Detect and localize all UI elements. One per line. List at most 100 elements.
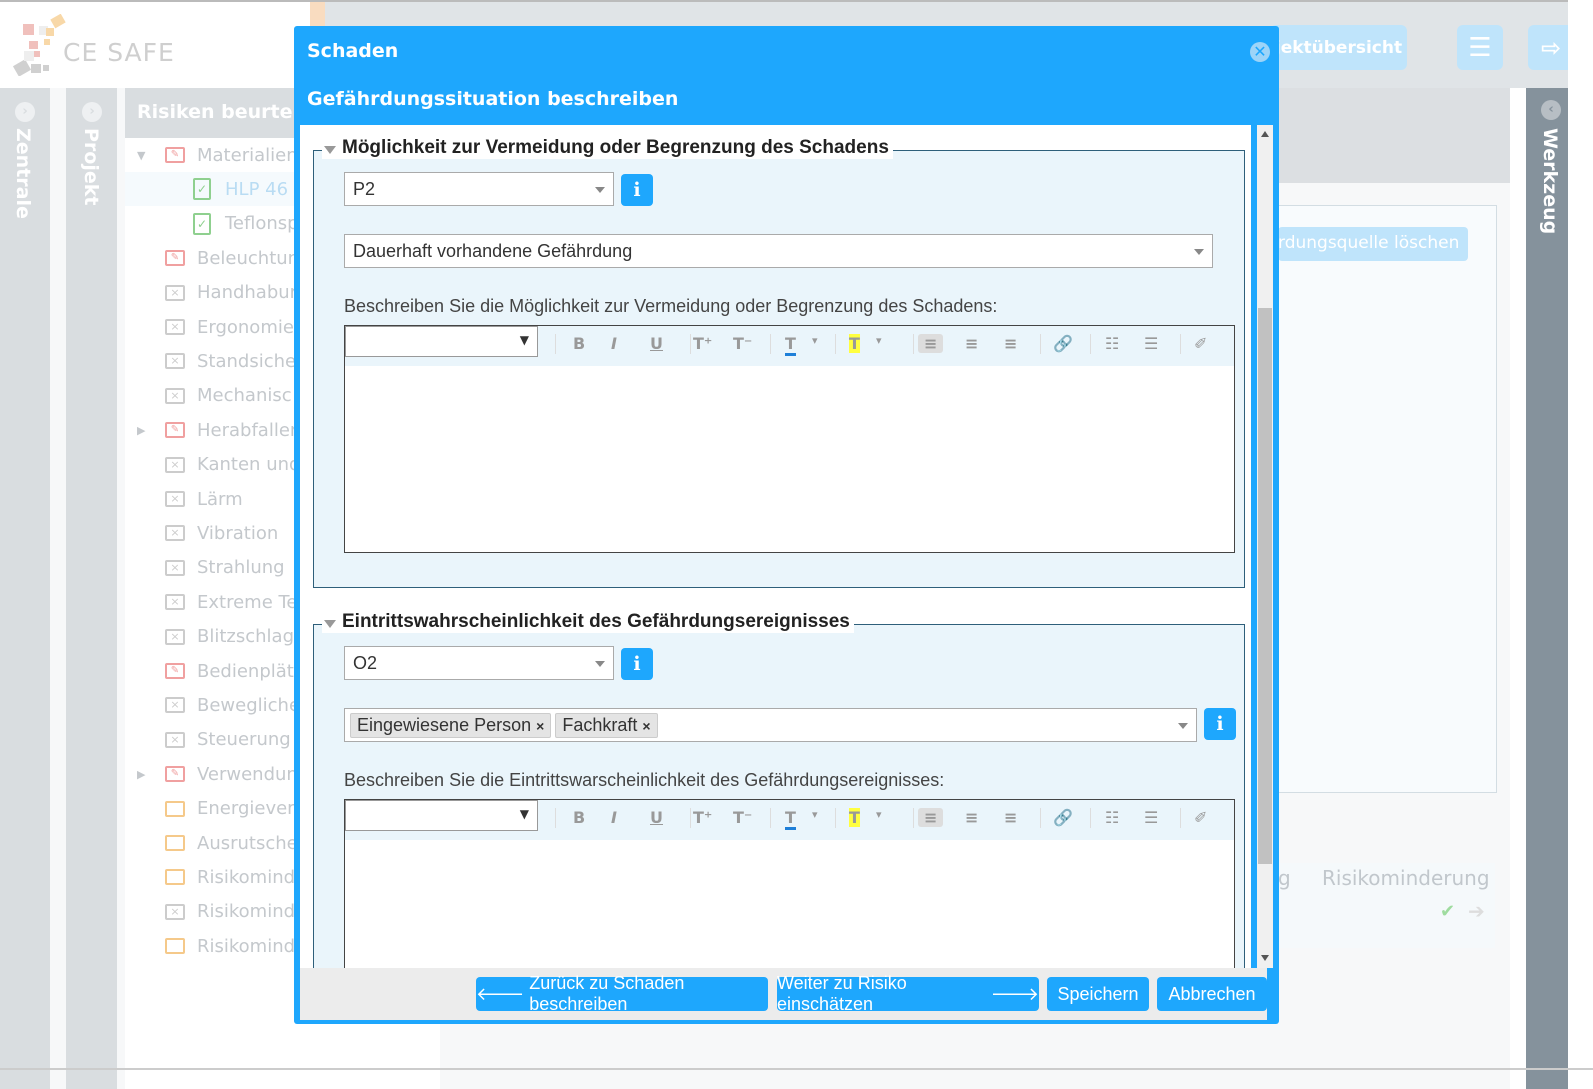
folder-edit-icon: ✎ [165,663,185,679]
gutter [50,88,66,1089]
bg-panel [1278,205,1497,793]
tree-item-label: Kanten und [197,454,301,476]
doc-check-icon: ✓ [193,178,211,201]
unordered-list-icon[interactable]: ☰ [1144,334,1158,353]
code-view-icon[interactable]: ✐ [1194,334,1207,353]
unordered-list-icon[interactable]: ☰ [1144,808,1158,827]
superscript-icon[interactable]: T⁺ [693,334,712,353]
underline-icon[interactable]: U [650,808,663,827]
ordered-list-icon[interactable]: ☷ [1105,334,1119,353]
tree-item-label: Strahlung [197,557,285,579]
dialog-subtitle: Gefährdungssituation beschreiben [307,88,679,110]
avoidance-level-select[interactable]: P2 [344,172,614,206]
dialog-footer: 🡐 Zurück zu Schaden beschreiben Weiter z… [300,968,1267,1020]
font-color-icon[interactable]: T [785,808,796,830]
section-probability-legend[interactable]: Eintrittswahrscheinlichkeit des Gefährdu… [322,611,854,633]
code-view-icon[interactable]: ✐ [1194,808,1207,827]
project-overview-button[interactable]: jektübersicht [1270,25,1407,70]
folder-x-icon: × [165,319,185,335]
toolbar-divider [1090,334,1091,354]
probability-level-select[interactable]: O2 [344,646,614,680]
folder-x-icon: × [165,628,185,645]
dropdown-icon[interactable]: ▾ [812,334,818,347]
bold-icon[interactable]: B [573,808,585,827]
info-button[interactable]: i [621,174,653,206]
caret-right-icon[interactable]: ▶ [137,424,145,437]
folder-edit-icon: ✎ [165,250,185,267]
scroll-up-icon[interactable] [1261,131,1269,137]
subscript-icon[interactable]: T⁻ [733,334,752,353]
menu-button[interactable]: ☰ [1457,25,1503,70]
dropdown-icon[interactable]: ▾ [876,808,882,821]
next-button[interactable]: Weiter zu Risiko einschätzen 🡒 [777,973,1039,1014]
remove-tag-icon[interactable]: × [642,718,650,734]
toolbar-divider [770,808,771,828]
close-icon[interactable]: ✕ [1250,42,1270,62]
tree-item-label: Lärm [197,488,243,510]
back-button[interactable]: 🡐 Zurück zu Schaden beschreiben [476,973,768,1014]
subscript-icon[interactable]: T⁻ [733,808,752,827]
link-icon[interactable]: 🔗 [1053,808,1073,827]
toolbar-divider [555,334,556,354]
dropdown-icon[interactable]: ▾ [876,334,882,347]
info-button[interactable]: i [1204,708,1236,740]
caret-down-icon[interactable]: ▼ [137,149,145,162]
save-button[interactable]: Speichern [1047,977,1149,1011]
step-bar: g Risikominderung ✔ ➔ [1278,863,1495,948]
folder-x-icon: × [165,284,185,301]
chevron-down-icon [595,187,605,193]
italic-icon[interactable]: I [611,808,617,827]
step-risikominderung[interactable]: Risikominderung [1322,866,1490,890]
scroll-thumb[interactable] [1258,308,1272,864]
italic-icon[interactable]: I [611,334,617,353]
align-center-icon[interactable]: ≡ [965,334,978,353]
align-center-icon[interactable]: ≡ [965,808,978,827]
dropdown-icon[interactable]: ▾ [812,808,818,821]
dialog-scrollbar[interactable] [1257,125,1273,968]
doc-check-icon: ✓ [193,212,211,235]
avoidance-rich-text-editor[interactable]: ▼ B I U T⁺ T⁻ T ▾ T ▾ ≡ ≡ ≡ 🔗 ☷ ☰ ✐ [344,325,1235,553]
hazard-type-select[interactable]: Dauerhaft vorhandene Gefährdung [344,234,1213,268]
ordered-list-icon[interactable]: ☷ [1105,808,1119,827]
tree-item-label: Teflonsp [225,213,299,235]
info-button[interactable]: i [621,648,653,680]
highlight-icon[interactable]: T [849,334,860,353]
cancel-button[interactable]: Abbrechen [1157,977,1267,1011]
folder-edit-icon: ✎ [165,766,185,783]
persons-multiselect[interactable]: Eingewiesene Person × Fachkraft × [344,708,1197,742]
folder-x-icon: × [165,491,185,507]
caret-right-icon[interactable]: ▶ [137,768,145,781]
sidebar-projekt[interactable]: › Projekt [66,88,117,1089]
underline-icon[interactable]: U [650,334,663,353]
arrow-right-icon: 🡒 [985,983,1039,1004]
toolbar-divider [555,808,556,828]
link-icon[interactable]: 🔗 [1053,334,1073,353]
logout-icon: ⇨ [1540,33,1562,62]
save-label: Speichern [1057,983,1139,1004]
align-left-icon[interactable]: ≡ [918,808,944,827]
probability-rich-text-editor[interactable]: ▼ B I U T⁺ T⁻ T ▾ T ▾ ≡ ≡ ≡ 🔗 ☷ ☰ ✐ [344,799,1235,968]
align-right-icon[interactable]: ≡ [1004,808,1017,827]
font-select[interactable]: ▼ [345,326,538,357]
sidebar-zentrale[interactable]: › Zentrale [0,88,50,1089]
superscript-icon[interactable]: T⁺ [693,808,712,827]
tree-item-label: Handhabur [197,282,298,304]
remove-tag-icon[interactable]: × [536,718,544,734]
align-right-icon[interactable]: ≡ [1004,334,1017,353]
folder-icon [165,938,185,955]
font-color-icon[interactable]: T [785,334,796,356]
chevron-right-icon: › [82,102,102,122]
bold-icon[interactable]: B [573,334,585,353]
font-select[interactable]: ▼ [345,800,538,831]
section-avoidance-legend[interactable]: Möglichkeit zur Vermeidung oder Begrenzu… [322,137,893,159]
delete-source-button[interactable]: rdungsquelle löschen [1278,227,1468,261]
align-left-icon[interactable]: ≡ [918,334,944,353]
section-probability: Eintrittswahrscheinlichkeit des Gefährdu… [313,611,1245,968]
chevron-down-icon [595,661,605,667]
scroll-down-icon[interactable] [1261,955,1269,961]
highlight-icon[interactable]: T [849,808,860,827]
toolbar-divider [835,334,836,354]
sidebar-werkzeug[interactable]: ‹ Werkzeug [1526,88,1568,1089]
toolbar-divider [1180,334,1181,354]
chevron-down-icon [1178,723,1188,729]
